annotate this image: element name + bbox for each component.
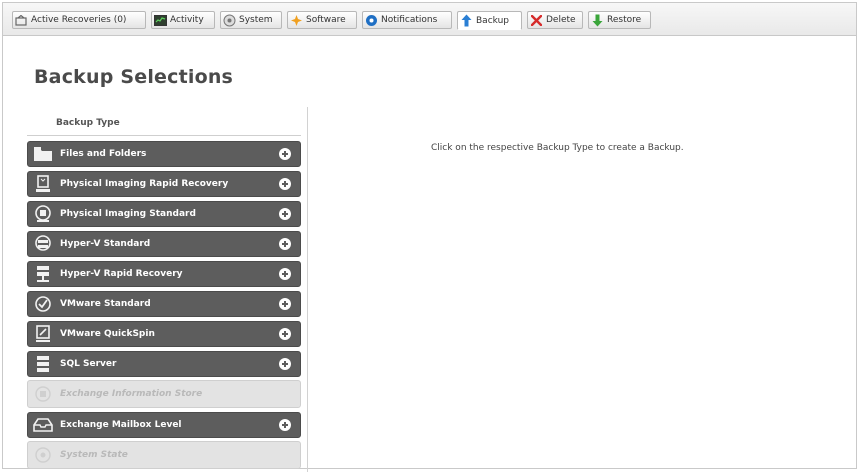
- add-circle-icon[interactable]: [279, 178, 291, 190]
- recoveries-icon: [15, 14, 28, 27]
- tab-label: Delete: [546, 15, 576, 25]
- tab-label: Active Recoveries (0): [31, 15, 127, 25]
- vmware-standard-icon: [32, 294, 54, 314]
- backup-type-label: Physical Imaging Standard: [60, 209, 196, 219]
- backup-type-label: Files and Folders: [60, 149, 147, 159]
- exchange-store-icon: [32, 384, 54, 404]
- tab-activity[interactable]: Activity: [151, 11, 215, 29]
- delete-x-icon: [530, 14, 543, 27]
- hyperv-standard-icon: [32, 234, 54, 254]
- backup-type-vmware-standard[interactable]: VMware Standard: [27, 291, 301, 317]
- backup-type-label: Hyper-V Standard: [60, 239, 151, 249]
- backup-type-hyper-v-standard[interactable]: Hyper-V Standard: [27, 231, 301, 257]
- add-circle-icon[interactable]: [279, 268, 291, 280]
- tab-restore[interactable]: Restore: [588, 11, 651, 29]
- backup-type-label: Exchange Mailbox Level: [60, 420, 182, 430]
- tab-label: Software: [306, 15, 346, 25]
- tab-delete[interactable]: Delete: [527, 11, 583, 29]
- restore-arrow-icon: [591, 14, 604, 27]
- tab-label: System: [239, 15, 273, 25]
- backup-type-files-and-folders[interactable]: Files and Folders: [27, 141, 301, 167]
- add-circle-icon[interactable]: [279, 328, 291, 340]
- physical-standard-icon: [32, 204, 54, 224]
- backup-type-label: Exchange Information Store: [60, 389, 203, 399]
- backup-type-label: VMware QuickSpin: [60, 329, 155, 339]
- system-icon: [223, 14, 236, 27]
- backup-type-label: Hyper-V Rapid Recovery: [60, 269, 183, 279]
- tab-bar: Active Recoveries (0) Activity System So…: [3, 3, 856, 36]
- sql-server-icon: [32, 354, 54, 374]
- backup-type-physical-imaging-rapid-recovery[interactable]: Physical Imaging Rapid Recovery: [27, 171, 301, 197]
- backup-type-label: System State: [60, 450, 128, 460]
- tab-backup[interactable]: Backup: [457, 11, 522, 30]
- activity-icon: [154, 14, 167, 27]
- add-circle-icon[interactable]: [279, 419, 291, 431]
- physical-rapid-icon: [32, 174, 54, 194]
- backup-type-header: Backup Type: [27, 113, 301, 136]
- tab-software[interactable]: Software: [287, 11, 357, 29]
- mailbox-icon: [32, 415, 54, 435]
- backup-arrow-icon: [460, 14, 473, 27]
- add-circle-icon[interactable]: [279, 148, 291, 160]
- tab-notifications[interactable]: Notifications: [362, 11, 452, 29]
- add-circle-icon[interactable]: [279, 208, 291, 220]
- software-icon: [290, 14, 303, 27]
- page-title: Backup Selections: [34, 66, 234, 88]
- add-circle-icon[interactable]: [279, 298, 291, 310]
- backup-type-physical-imaging-standard[interactable]: Physical Imaging Standard: [27, 201, 301, 227]
- backup-type-exchange-information-store: Exchange Information Store: [27, 380, 301, 408]
- folder-icon: [32, 144, 54, 164]
- hyperv-rapid-icon: [32, 264, 54, 284]
- backup-type-panel: Backup Type Files and Folders Physical I…: [27, 107, 308, 472]
- app-frame: Active Recoveries (0) Activity System So…: [2, 2, 857, 472]
- backup-type-label: SQL Server: [60, 359, 117, 369]
- tab-label: Backup: [476, 15, 509, 26]
- notifications-icon: [365, 14, 378, 27]
- backup-type-system-state: System State: [27, 441, 301, 469]
- tab-active-recoveries[interactable]: Active Recoveries (0): [12, 11, 146, 29]
- tab-label: Restore: [607, 15, 642, 25]
- tab-system[interactable]: System: [220, 11, 282, 29]
- system-state-icon: [32, 445, 54, 465]
- backup-hint-text: Click on the respective Backup Type to c…: [431, 143, 684, 153]
- backup-type-label: Physical Imaging Rapid Recovery: [60, 179, 229, 189]
- backup-type-exchange-mailbox-level[interactable]: Exchange Mailbox Level: [27, 412, 301, 438]
- tab-label: Activity: [170, 15, 204, 25]
- add-circle-icon[interactable]: [279, 238, 291, 250]
- tab-label: Notifications: [381, 15, 438, 25]
- add-circle-icon[interactable]: [279, 358, 291, 370]
- backup-type-label: VMware Standard: [60, 299, 151, 309]
- backup-type-sql-server[interactable]: SQL Server: [27, 351, 301, 377]
- vmware-quickspin-icon: [32, 324, 54, 344]
- backup-type-vmware-quickspin[interactable]: VMware QuickSpin: [27, 321, 301, 347]
- backup-type-hyper-v-rapid-recovery[interactable]: Hyper-V Rapid Recovery: [27, 261, 301, 287]
